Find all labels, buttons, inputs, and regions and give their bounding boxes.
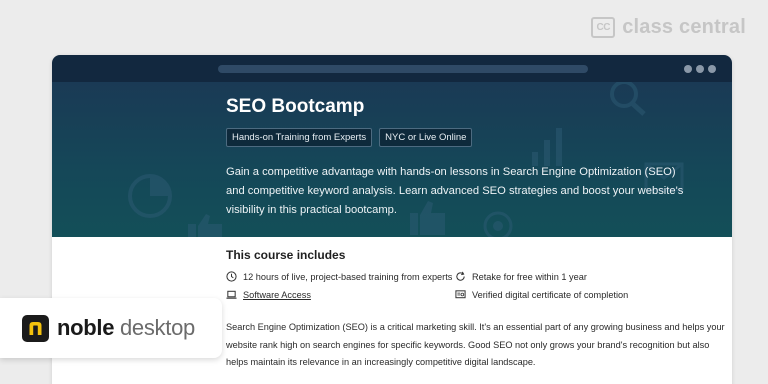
menu-dot-icon[interactable] <box>696 65 704 73</box>
pie-chart-icon <box>128 174 172 218</box>
clock-icon <box>226 271 237 282</box>
address-bar[interactable] <box>218 65 588 73</box>
n-letter-icon <box>29 321 42 335</box>
browser-toolbar <box>52 55 732 82</box>
feature-item: Retake for free within 1 year <box>455 271 695 282</box>
class-central-mark-icon: CC <box>591 17 616 38</box>
laptop-icon <box>226 290 237 299</box>
feature-item: Verified digital certificate of completi… <box>455 289 695 300</box>
tag-training: Hands-on Training from Experts <box>226 128 373 147</box>
noble-desktop-logo: noble desktop <box>0 298 222 358</box>
wordmark-part-noble: noble <box>57 315 115 340</box>
feature-item: 12 hours of live, project-based training… <box>226 271 455 282</box>
certificate-icon <box>455 290 466 299</box>
feature-text: Retake for free within 1 year <box>472 271 587 282</box>
tag-location: NYC or Live Online <box>379 128 473 147</box>
course-description: Gain a competitive advantage with hands-… <box>226 166 684 216</box>
thumbs-up-icon <box>188 214 222 237</box>
course-title: SEO Bootcamp <box>226 96 365 117</box>
refresh-icon <box>456 271 465 281</box>
includes-heading: This course includes <box>226 248 346 262</box>
course-overview-text: Search Engine Optimization (SEO) is a cr… <box>226 322 725 367</box>
wordmark-part-desktop: desktop <box>114 315 195 340</box>
feature-text: Verified digital certificate of completi… <box>472 289 629 300</box>
hero-content: SEO Bootcamp Hands-on Training from Expe… <box>226 96 706 220</box>
software-access-link[interactable]: Software Access <box>243 290 311 300</box>
class-central-wordmark: class central <box>622 16 746 38</box>
noble-desktop-wordmark: noble desktop <box>57 315 195 341</box>
course-details: This course includes 12 hours of live, p… <box>226 248 726 372</box>
window-controls <box>684 65 716 73</box>
feature-item: Software Access <box>226 289 455 300</box>
course-hero: SEO Bootcamp Hands-on Training from Expe… <box>52 82 732 237</box>
course-tags: Hands-on Training from Experts NYC or Li… <box>226 128 706 147</box>
menu-dot-icon[interactable] <box>708 65 716 73</box>
class-central-logo: CC class central <box>591 16 746 39</box>
noble-desktop-mark-icon <box>22 314 49 342</box>
menu-dot-icon[interactable] <box>684 65 692 73</box>
includes-list: 12 hours of live, project-based training… <box>226 271 726 300</box>
feature-text: 12 hours of live, project-based training… <box>243 271 453 282</box>
